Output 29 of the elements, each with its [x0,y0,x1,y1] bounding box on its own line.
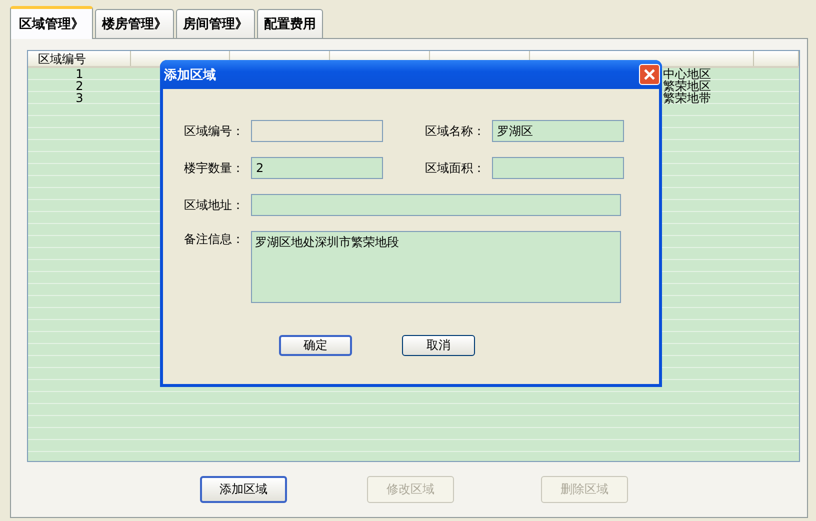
text-field[interactable]: 罗湖区 [492,120,624,142]
table-cell-text: 繁荣地带 [663,92,712,104]
tab[interactable]: 区域管理》 [10,6,93,39]
action-button[interactable]: 添加区域 [200,476,287,503]
field-label: 备注信息： [184,231,245,248]
field-label: 楼宇数量： [184,160,245,176]
close-button[interactable] [639,64,660,85]
text-field[interactable] [251,120,383,142]
table-cell-text: 3 [74,92,84,104]
table-cell-text: 1 [74,68,84,80]
field-label: 区域地址： [184,196,245,214]
text-area[interactable]: 罗湖区地处深圳市繁荣地段 [251,231,621,303]
tab[interactable]: 楼房管理》 [95,9,174,38]
field-label: 区域编号： [184,122,245,140]
tab[interactable]: 配置费用 [257,9,323,38]
table-cell-text: 中心地区 [663,68,712,80]
text-field[interactable] [251,194,621,216]
dialog-button[interactable]: 确定 [279,335,352,356]
tab[interactable]: 房间管理》 [176,9,255,38]
text-field[interactable]: 2 [251,157,383,179]
dialog-button[interactable]: 取消 [402,335,475,356]
text-field[interactable] [492,157,624,179]
close-icon [643,68,656,81]
table-cell-text: 繁荣地区 [663,80,712,92]
field-label: 区域面积： [425,160,486,176]
table-cell-text: 2 [74,80,84,92]
column-header: 区域编号 [28,51,131,66]
field-label: 区域名称： [425,122,486,140]
dialog-title: 添加区域 [164,66,216,84]
